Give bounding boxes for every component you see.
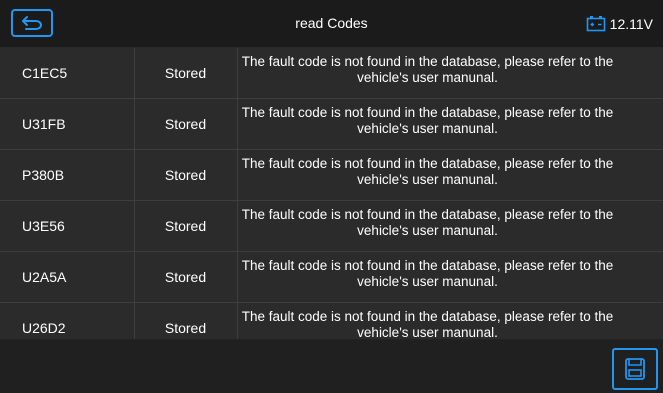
table-row[interactable]: U3E56 Stored The fault code is not found…	[0, 200, 663, 252]
table-row[interactable]: P380B Stored The fault code is not found…	[0, 149, 663, 201]
table-row[interactable]: U31FB Stored The fault code is not found…	[0, 98, 663, 150]
fault-description: The fault code is not found in the datab…	[241, 207, 614, 238]
fault-description: The fault code is not found in the datab…	[241, 105, 614, 136]
fault-description-cell: The fault code is not found in the datab…	[237, 48, 663, 99]
fault-code: U2A5A	[0, 251, 135, 303]
fault-code: C1EC5	[0, 48, 135, 99]
fault-code: U26D2	[0, 302, 135, 339]
voltage-value: 12.11V	[609, 15, 653, 32]
table-row[interactable]: U26D2 Stored The fault code is not found…	[0, 302, 663, 339]
fault-description-cell: The fault code is not found in the datab…	[237, 302, 663, 339]
fault-description: The fault code is not found in the datab…	[241, 156, 614, 187]
fault-description-cell: The fault code is not found in the datab…	[237, 200, 663, 252]
fault-status: Stored	[134, 302, 238, 339]
fault-code: U3E56	[0, 200, 135, 252]
battery-icon	[586, 15, 605, 31]
fault-description: The fault code is not found in the datab…	[241, 258, 614, 289]
battery-voltage: 12.11V	[586, 0, 653, 47]
fault-code: P380B	[0, 149, 135, 201]
fault-status: Stored	[134, 48, 238, 99]
codes-table: C1EC5 Stored The fault code is not found…	[0, 48, 663, 339]
table-row[interactable]: U2A5A Stored The fault code is not found…	[0, 251, 663, 303]
fault-description-cell: The fault code is not found in the datab…	[237, 98, 663, 150]
codes-table-container[interactable]: C1EC5 Stored The fault code is not found…	[0, 48, 663, 339]
fault-code: U31FB	[0, 98, 135, 150]
fault-status: Stored	[134, 98, 238, 150]
fault-description-cell: The fault code is not found in the datab…	[237, 149, 663, 201]
fault-status: Stored	[134, 149, 238, 201]
fault-status: Stored	[134, 200, 238, 252]
page-title: read Codes	[295, 15, 368, 31]
table-row[interactable]: C1EC5 Stored The fault code is not found…	[0, 48, 663, 99]
fault-status: Stored	[134, 251, 238, 303]
top-bar: read Codes 12.11V	[0, 0, 663, 48]
save-button[interactable]	[612, 348, 658, 390]
read-codes-screen: read Codes 12.11V C1EC5 Stored The fault…	[0, 0, 663, 393]
save-icon	[625, 358, 645, 380]
bottom-bar	[0, 340, 663, 393]
fault-description: The fault code is not found in the datab…	[241, 54, 614, 85]
fault-description-cell: The fault code is not found in the datab…	[237, 251, 663, 303]
fault-description: The fault code is not found in the datab…	[241, 309, 614, 339]
